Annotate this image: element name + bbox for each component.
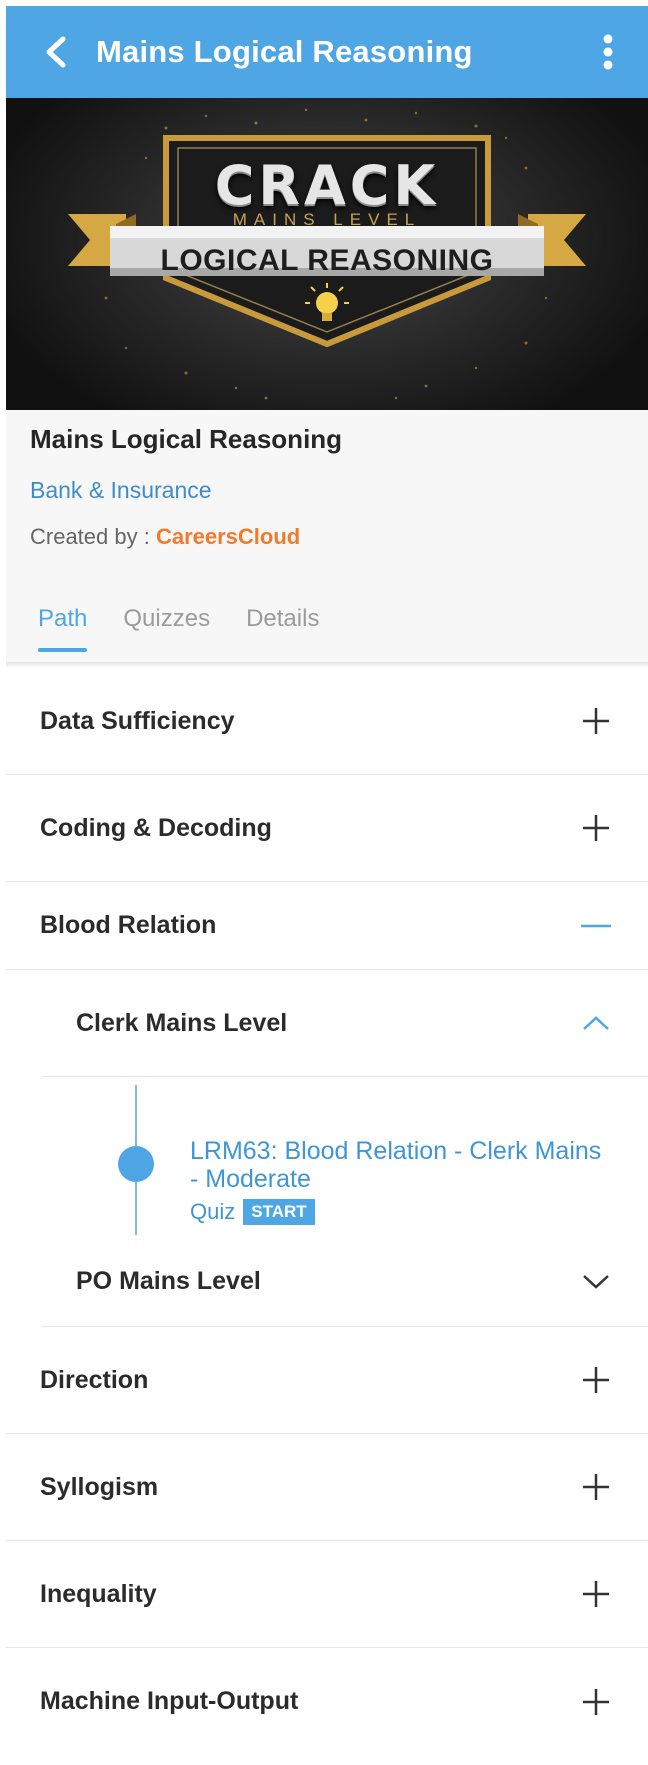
chevron-left-icon (46, 36, 66, 68)
start-quiz-button[interactable]: START (243, 1199, 315, 1225)
plus-icon (578, 1684, 614, 1720)
page-title: Mains Logical Reasoning (96, 34, 473, 69)
topic-row-machine-input-output[interactable]: Machine Input-Output (6, 1648, 648, 1755)
timeline-dot (118, 1146, 154, 1182)
course-tabs: Path Quizzes Details (6, 592, 648, 662)
path-list: Data Sufficiency Coding & Decoding Blood… (6, 668, 648, 1755)
plus-icon (578, 703, 614, 739)
creator-name[interactable]: CareersCloud (156, 524, 300, 549)
more-menu-button[interactable] (588, 22, 628, 82)
chevron-down-icon (578, 1264, 614, 1300)
topic-row-data-sufficiency[interactable]: Data Sufficiency (6, 668, 648, 775)
course-banner: CRACK MAINS LEVEL LOGICAL REASONING (6, 98, 648, 410)
topic-label: Blood Relation (40, 911, 217, 939)
tab-path[interactable]: Path (20, 592, 105, 662)
more-vertical-icon (603, 34, 613, 70)
plus-icon (578, 1469, 614, 1505)
plus-icon (578, 1362, 614, 1398)
subsection-label: PO Mains Level (76, 1267, 261, 1295)
path-item: LRM63: Blood Relation - Clerk Mains - Mo… (42, 1077, 648, 1237)
topic-label: Machine Input-Output (40, 1687, 299, 1715)
minus-icon (578, 908, 614, 944)
topic-label: Coding & Decoding (40, 813, 272, 842)
topic-row-inequality[interactable]: Inequality (6, 1541, 648, 1648)
quiz-meta: Quiz START (190, 1199, 315, 1225)
course-title: Mains Logical Reasoning (30, 424, 343, 454)
topic-label: Inequality (40, 1579, 157, 1608)
chevron-up-icon (578, 1005, 614, 1041)
topic-row-blood-relation[interactable]: Blood Relation (6, 882, 648, 970)
course-category-link[interactable]: Bank & Insurance (30, 477, 624, 504)
topic-label: Data Sufficiency (40, 706, 235, 735)
subsection-row-po-mains[interactable]: PO Mains Level (42, 1237, 648, 1327)
back-button[interactable] (36, 32, 76, 72)
created-by: Created by : CareersCloud (30, 524, 624, 550)
topic-row-direction[interactable]: Direction (6, 1327, 648, 1434)
quiz-title-link[interactable]: LRM63: Blood Relation - Clerk Mains - Mo… (190, 1137, 610, 1193)
banner-crack-text: CRACK (214, 154, 440, 217)
banner-mains-level-text: MAINS LEVEL (232, 210, 422, 229)
banner-logical-reasoning-text: LOGICAL REASONING (160, 244, 494, 277)
app-bar: Mains Logical Reasoning (6, 6, 648, 98)
tab-details[interactable]: Details (228, 592, 337, 662)
tab-quizzes[interactable]: Quizzes (105, 592, 228, 662)
topic-label: Syllogism (40, 1472, 159, 1501)
topic-label: Direction (40, 1365, 149, 1394)
subsection-row-clerk-mains[interactable]: Clerk Mains Level (42, 970, 648, 1077)
topic-row-coding-decoding[interactable]: Coding & Decoding (6, 775, 648, 882)
app-screen: Mains Logical Reasoning CRACK MAINS LEVE… (6, 6, 648, 1765)
subsection-label: Clerk Mains Level (76, 1008, 288, 1037)
quiz-type-label: Quiz (190, 1199, 236, 1224)
topic-row-syllogism[interactable]: Syllogism (6, 1434, 648, 1541)
plus-icon (578, 810, 614, 846)
created-by-label: Created by : (30, 524, 156, 549)
course-info: Mains Logical Reasoning Bank & Insurance… (6, 410, 648, 662)
plus-icon (578, 1576, 614, 1612)
